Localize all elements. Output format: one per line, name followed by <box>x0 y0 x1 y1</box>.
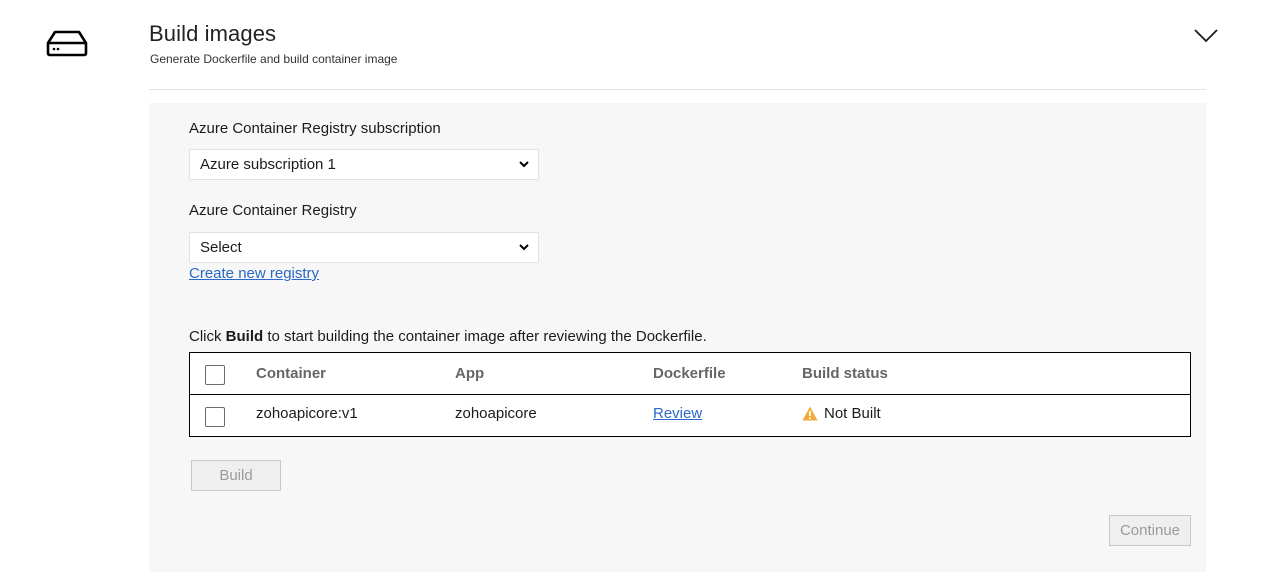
build-status-text: Not Built <box>824 405 881 422</box>
container-name: zohoapicore:v1 <box>256 405 358 422</box>
registry-select[interactable]: Select <box>189 232 539 263</box>
select-all-checkbox[interactable] <box>205 365 225 385</box>
dockerfile-cell: Review <box>653 405 702 422</box>
divider <box>149 89 1206 90</box>
registry-selected-value: Select <box>200 239 242 256</box>
instructions-suffix: to start building the container image af… <box>263 328 707 345</box>
review-dockerfile-link[interactable]: Review <box>653 405 702 422</box>
section-title: Build images <box>149 21 277 46</box>
column-header-container: Container <box>256 365 327 382</box>
app-name: zohoapicore <box>455 405 537 422</box>
build-instructions: Click Build to start building the contai… <box>189 328 707 345</box>
build-status: Not Built <box>802 405 881 422</box>
instructions-bold: Build <box>225 328 264 345</box>
chevron-down-icon <box>519 244 529 251</box>
registry-label: Azure Container Registry <box>189 202 357 219</box>
section-subtitle: Generate Dockerfile and build container … <box>150 52 398 66</box>
instructions-prefix: Click <box>189 328 226 345</box>
chevron-down-icon[interactable] <box>1192 27 1220 45</box>
hard-drive-icon <box>46 30 88 57</box>
build-button[interactable]: Build <box>191 460 281 491</box>
warning-icon <box>802 406 818 421</box>
build-images-panel: Azure Container Registry subscription Az… <box>149 103 1206 572</box>
column-header-build-status: Build status <box>802 365 888 382</box>
chevron-down-icon <box>519 161 529 168</box>
containers-table: Container App Dockerfile Build status zo… <box>189 352 1191 437</box>
column-header-app: App <box>455 365 485 382</box>
create-registry-link[interactable]: Create new registry <box>189 265 319 282</box>
table-row: zohoapicore:v1 zohoapicore Review Not Bu… <box>190 395 1190 436</box>
column-header-dockerfile: Dockerfile <box>653 365 726 382</box>
table-header-row: Container App Dockerfile Build status <box>190 353 1190 395</box>
row-checkbox[interactable] <box>205 407 225 427</box>
subscription-label: Azure Container Registry subscription <box>189 120 441 137</box>
subscription-selected-value: Azure subscription 1 <box>200 156 336 173</box>
continue-button[interactable]: Continue <box>1109 515 1191 546</box>
subscription-select[interactable]: Azure subscription 1 <box>189 149 539 180</box>
